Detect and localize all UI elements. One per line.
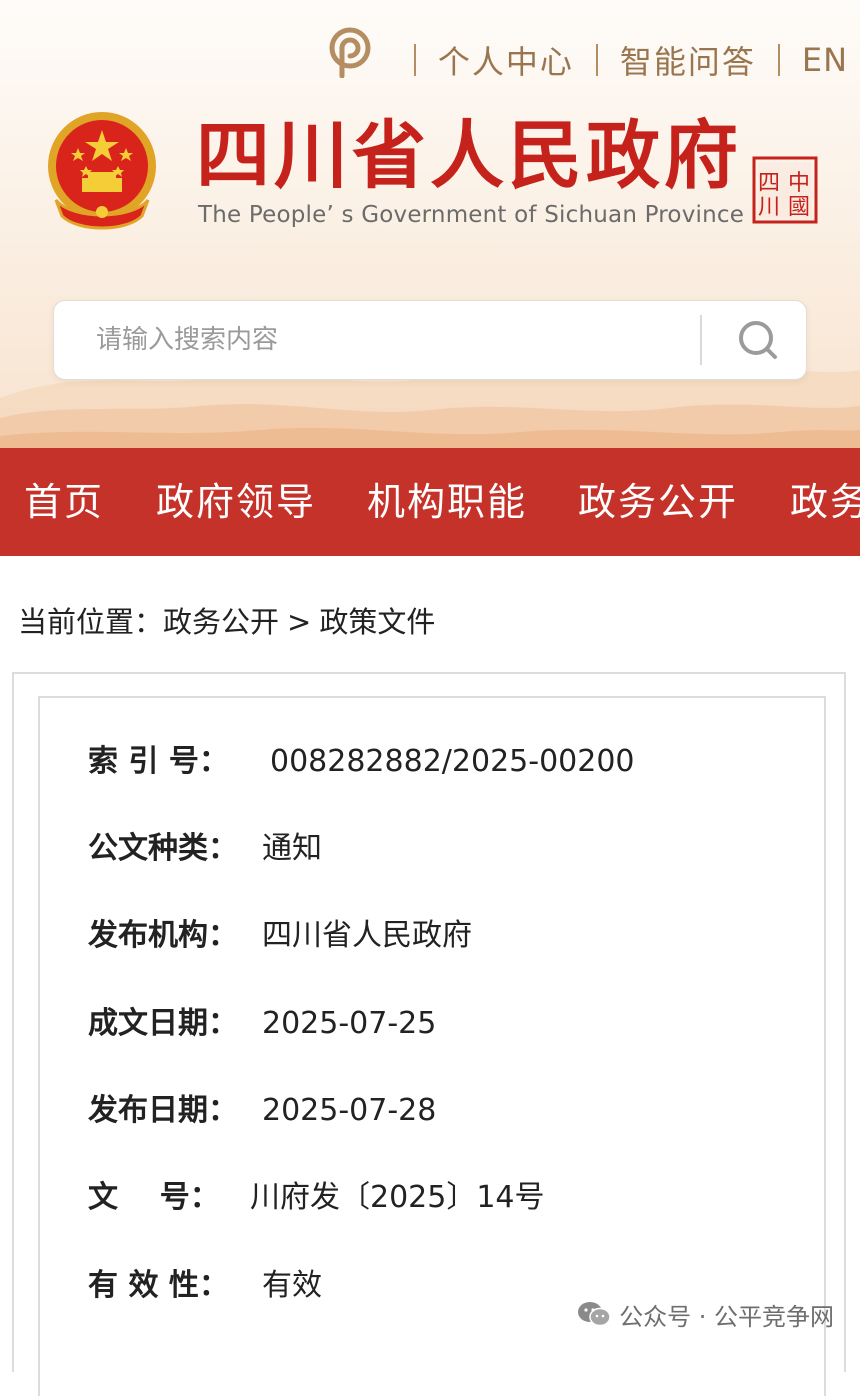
nav-item-gov-affairs-open[interactable]: 政务公开 — [578, 448, 738, 556]
seal-stamp-icon: 四 川 中 國 — [752, 156, 818, 224]
svg-text:中: 中 — [788, 171, 810, 196]
meta-label: 发布机构： — [88, 918, 238, 953]
nav-item-home[interactable]: 首页 — [24, 448, 104, 556]
meta-row-index-number: 索 引 号： 008282882/2025-00200 — [88, 740, 635, 784]
svg-text:四: 四 — [758, 171, 780, 196]
search-input[interactable] — [78, 311, 714, 369]
meta-value: 有效 — [262, 1268, 322, 1303]
meta-value: 通知 — [262, 831, 322, 866]
meta-row-publish-date: 发布日期： 2025-07-28 — [88, 1089, 436, 1133]
meta-value: 川府发〔2025〕14号 — [250, 1180, 545, 1215]
meta-label: 有 效 性： — [88, 1268, 229, 1303]
meta-value: 008282882/2025-00200 — [270, 744, 635, 779]
personal-center-link[interactable]: 个人中心 — [438, 37, 574, 83]
main-nav: 首页 政府领导 机构职能 政务公开 政务 — [0, 448, 860, 556]
english-link[interactable]: EN — [802, 41, 848, 79]
national-emblem-icon[interactable] — [42, 108, 162, 236]
nav-item-gov-affairs[interactable]: 政务 — [790, 448, 860, 556]
meta-label: 成文日期： — [88, 1006, 238, 1041]
top-link-divider — [777, 44, 780, 76]
meta-value: 2025-07-28 — [262, 1093, 437, 1128]
meta-row-validity: 有 效 性： 有效 — [88, 1264, 322, 1308]
meta-label: 公文种类： — [88, 831, 238, 866]
smart-qa-link[interactable]: 智能问答 — [620, 37, 756, 83]
meta-value: 四川省人民政府 — [262, 918, 472, 953]
nav-item-institutions[interactable]: 机构职能 — [367, 448, 527, 556]
breadcrumb: 当前位置：政务公开 > 政策文件 — [18, 600, 435, 644]
svg-text:川: 川 — [758, 195, 780, 220]
breadcrumb-separator: > — [287, 605, 312, 639]
watermark-text: 公众号 · 公平竞争网 — [619, 1302, 834, 1331]
meta-label: 文 号： — [88, 1180, 220, 1215]
breadcrumb-prefix: 当前位置： — [18, 605, 164, 639]
svg-text:國: 國 — [788, 195, 810, 220]
people-logo-icon[interactable] — [326, 26, 374, 78]
page-header: 个人中心 智能问答 EN 四川省人民政府 The People’ s Gover… — [0, 0, 860, 448]
top-link-divider — [413, 44, 416, 76]
search-divider — [700, 315, 702, 365]
search-box — [53, 300, 807, 380]
meta-row-doc-type: 公文种类： 通知 — [88, 827, 322, 871]
top-link-divider — [595, 44, 598, 76]
meta-row-written-date: 成文日期： 2025-07-25 — [88, 1002, 436, 1046]
meta-label: 索 引 号： — [88, 744, 229, 779]
site-title: 四川省人民政府 — [196, 113, 742, 199]
breadcrumb-item-policy-docs[interactable]: 政策文件 — [319, 605, 435, 639]
top-links-bar: 个人中心 智能问答 EN — [326, 27, 848, 90]
search-icon[interactable] — [714, 307, 802, 373]
wechat-icon — [578, 1302, 611, 1327]
watermark: 公众号 · 公平竞争网 — [577, 1294, 834, 1334]
nav-item-leaders[interactable]: 政府领导 — [156, 448, 316, 556]
meta-row-issuer: 发布机构： 四川省人民政府 — [88, 914, 472, 958]
meta-value: 2025-07-25 — [262, 1006, 437, 1041]
meta-row-doc-number: 文 号： 川府发〔2025〕14号 — [88, 1176, 545, 1220]
site-subtitle: The People’ s Government of Sichuan Prov… — [198, 202, 745, 228]
meta-label: 发布日期： — [88, 1093, 238, 1128]
breadcrumb-item-gov-affairs-open[interactable]: 政务公开 — [163, 605, 279, 639]
